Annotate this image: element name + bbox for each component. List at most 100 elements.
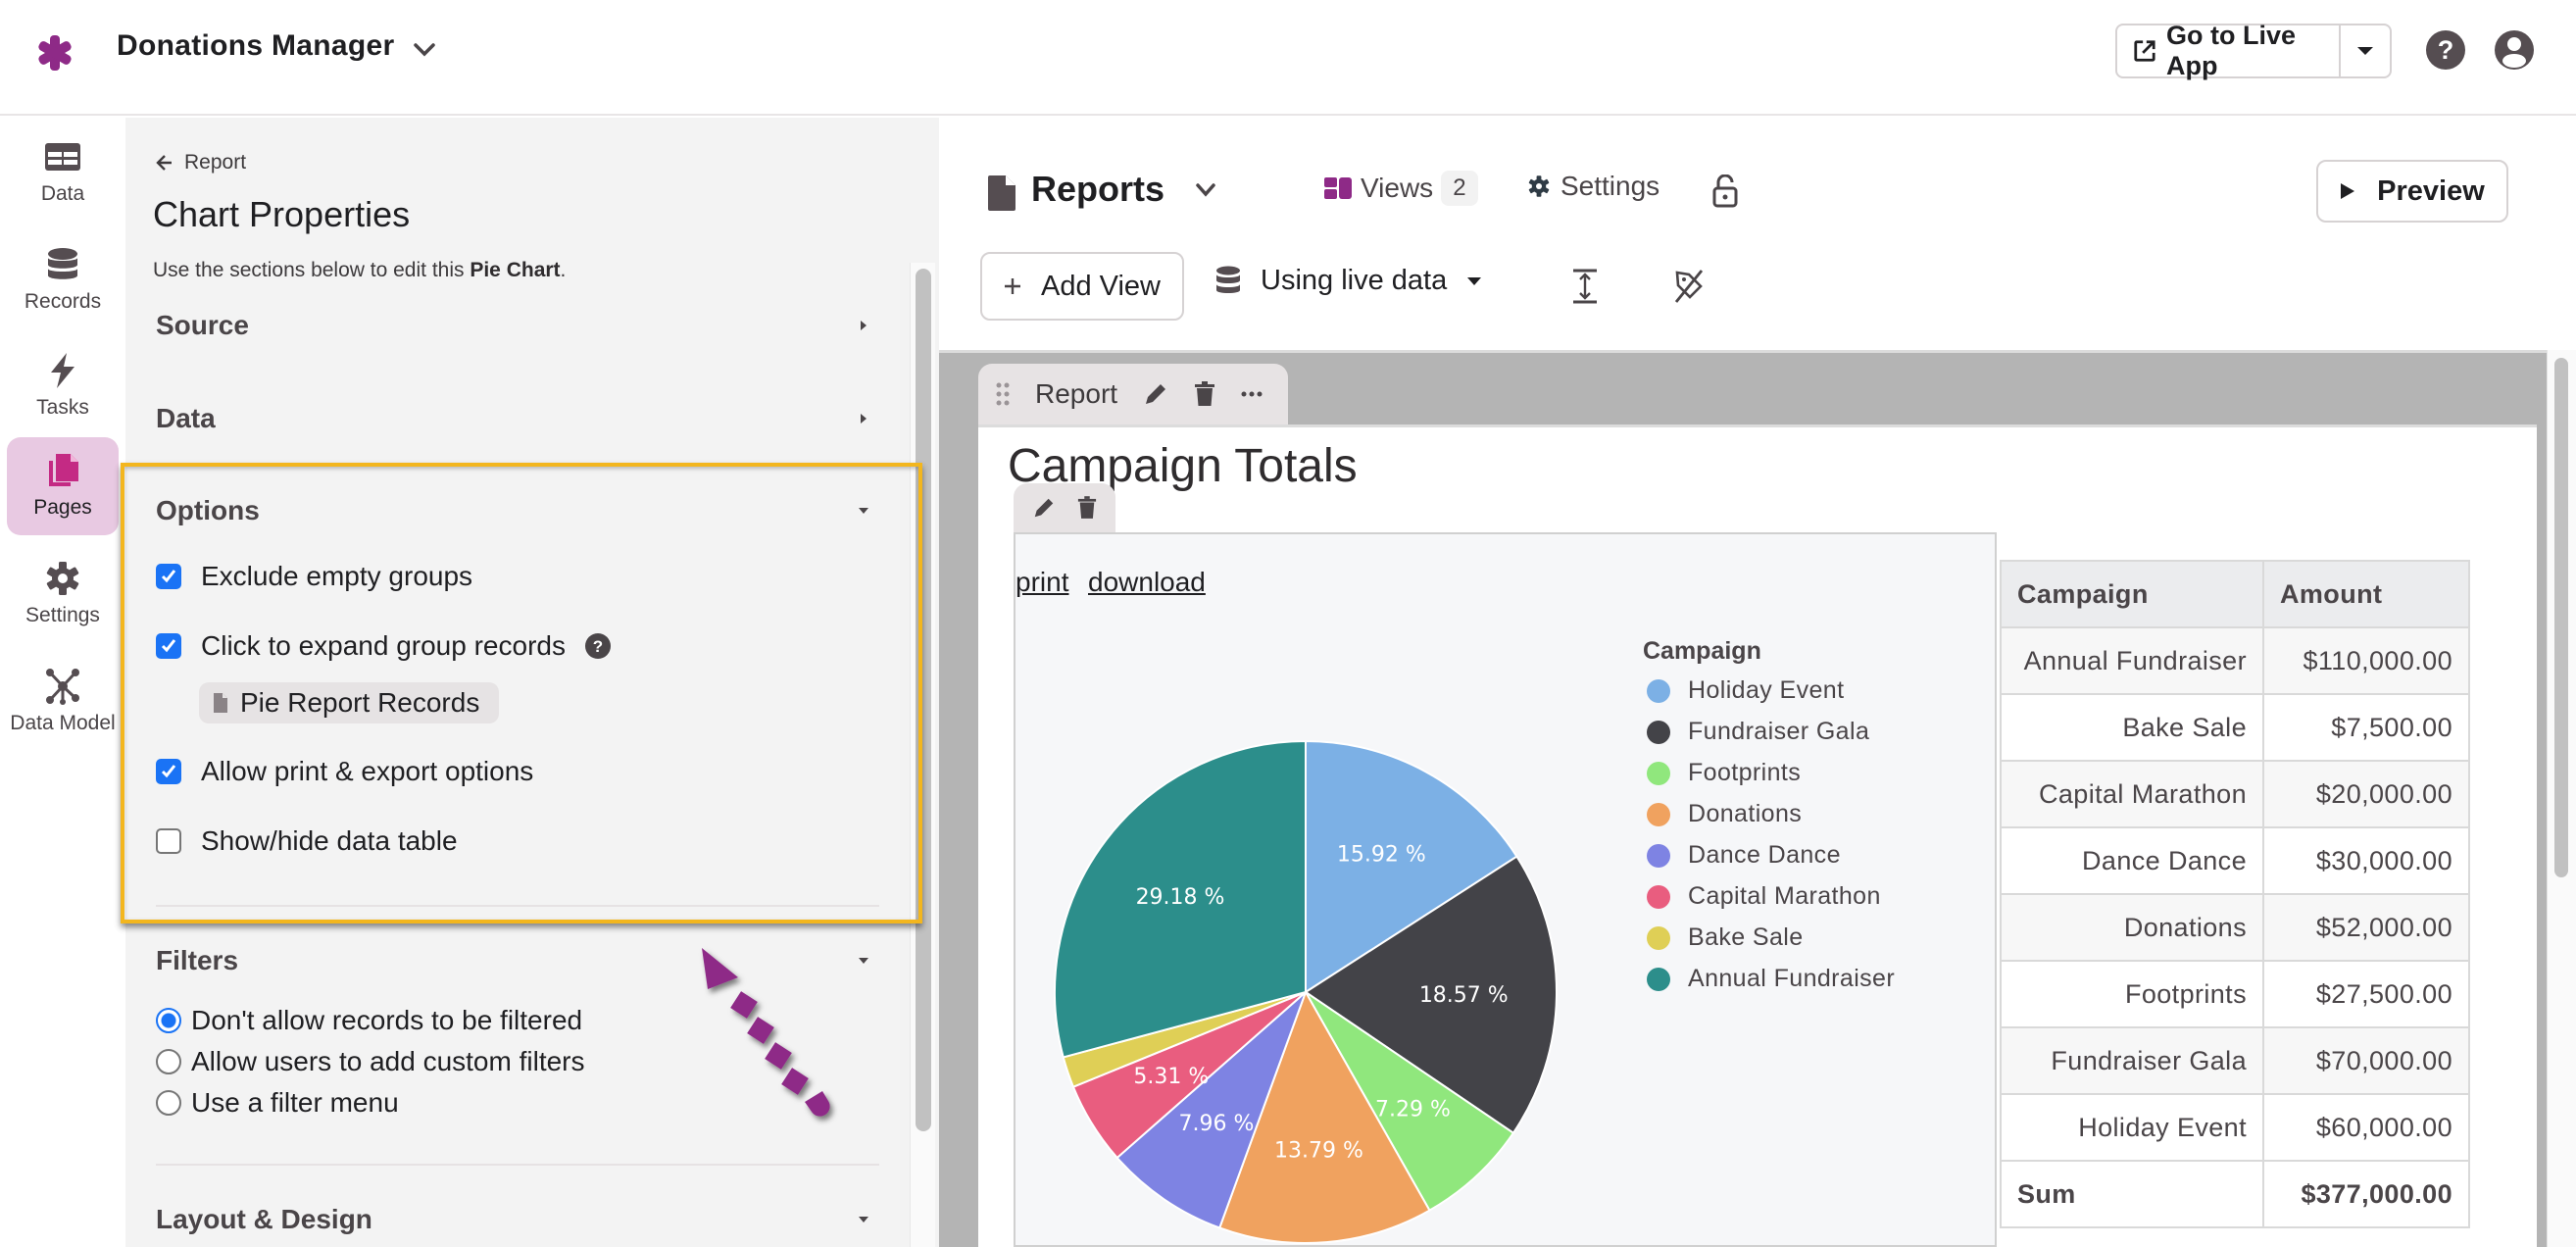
caret-down-icon: [2357, 47, 2373, 55]
expand-height-icon[interactable]: [1570, 267, 1600, 306]
back-to-report-link[interactable]: Report: [155, 151, 246, 175]
desc-text: Use the sections below to edit this: [153, 259, 471, 281]
legend-label: Fundraiser Gala: [1688, 718, 1870, 745]
go-to-live-app-main[interactable]: Go to Live App: [2117, 21, 2341, 80]
cell-campaign: Holiday Event: [2000, 1093, 2264, 1162]
trash-icon[interactable]: [1194, 381, 1215, 407]
nav-item-settings[interactable]: Settings: [7, 545, 119, 643]
legend-label: Donations: [1688, 800, 1803, 827]
live-app-dropdown-toggle[interactable]: [2341, 25, 2390, 76]
go-to-live-app-button[interactable]: Go to Live App: [2115, 21, 2392, 80]
pie-data-label: 13.79 %: [1274, 1139, 1363, 1164]
table-header-amount[interactable]: Amount: [2262, 560, 2470, 628]
app-title[interactable]: Donations Manager: [117, 29, 394, 63]
legend-label: Capital Marathon: [1688, 882, 1881, 910]
filter-option-menu[interactable]: Use a filter menu: [156, 1087, 399, 1119]
section-source-header[interactable]: Source: [156, 306, 871, 345]
cell-amount: $60,000.00: [2262, 1093, 2470, 1162]
legend-item[interactable]: Annual Fundraiser: [1647, 965, 1895, 993]
nav-item-records[interactable]: Records: [7, 231, 119, 329]
chevron-down-icon[interactable]: [1192, 176, 1219, 204]
sum-value: $377,000.00: [2262, 1160, 2470, 1228]
legend-item[interactable]: Donations: [1647, 800, 1802, 828]
cell-amount: $110,000.00: [2262, 626, 2470, 695]
cell-campaign: Footprints: [2000, 960, 2264, 1028]
pie-data-label: 5.31 %: [1133, 1065, 1209, 1089]
pencil-icon[interactable]: [1143, 381, 1168, 407]
page-settings-link[interactable]: Settings: [1527, 171, 1660, 202]
legend-item[interactable]: Bake Sale: [1647, 923, 1804, 952]
section-layout-header[interactable]: Layout & Design: [156, 1200, 871, 1239]
bolt-icon: [51, 353, 74, 388]
pencil-icon[interactable]: [1032, 496, 1056, 520]
drag-handle-icon[interactable]: [996, 382, 1010, 406]
unlock-icon[interactable]: [1711, 175, 1739, 208]
asterisk-logo-icon[interactable]: [33, 24, 76, 82]
legend-swatch: [1647, 925, 1670, 950]
cell-amount: $70,000.00: [2262, 1026, 2470, 1095]
section-divider: [156, 1164, 879, 1166]
pie-data-label: 29.18 %: [1136, 885, 1225, 910]
table-row: Dance Dance $30,000.00: [2000, 826, 2470, 895]
preview-label: Preview: [2377, 175, 2485, 207]
table-header-campaign[interactable]: Campaign: [2000, 560, 2264, 628]
legend-item[interactable]: Footprints: [1647, 759, 1801, 787]
help-icon[interactable]: ?: [2425, 29, 2466, 71]
desc-chart-type: Pie Chart: [470, 259, 561, 281]
filter-option-custom[interactable]: Allow users to add custom filters: [156, 1046, 585, 1077]
play-icon: [2341, 183, 2355, 199]
section-data-header[interactable]: Data: [156, 399, 871, 438]
caret-right-icon: [861, 321, 867, 330]
legend-item[interactable]: Dance Dance: [1647, 841, 1841, 870]
trash-icon[interactable]: [1077, 496, 1097, 520]
arrow-left-icon: [156, 155, 172, 171]
views-count-badge: 2: [1441, 171, 1478, 206]
pie-data-label: 18.57 %: [1419, 983, 1509, 1008]
legend-item[interactable]: Fundraiser Gala: [1647, 718, 1869, 746]
nav-label: Data: [40, 182, 85, 205]
views-link[interactable]: Views 2: [1323, 171, 1478, 206]
nav-item-pages[interactable]: Pages: [7, 437, 119, 535]
preview-button[interactable]: Preview: [2316, 160, 2508, 223]
cell-amount: $20,000.00: [2262, 760, 2470, 828]
legend-item[interactable]: Holiday Event: [1647, 676, 1844, 705]
panel-description: Use the sections below to edit this Pie …: [153, 259, 566, 282]
radio-dont-allow[interactable]: [156, 1008, 181, 1033]
options-highlight-box: [121, 463, 922, 923]
panel-title: Chart Properties: [153, 194, 411, 234]
cell-amount: $27,500.00: [2262, 960, 2470, 1028]
live-data-label: Using live data: [1261, 265, 1448, 296]
pie-data-label: 7.29 %: [1375, 1097, 1451, 1122]
radio-custom-filters[interactable]: [156, 1049, 181, 1074]
sum-label: Sum: [2000, 1160, 2264, 1228]
page-name[interactable]: Reports: [1031, 169, 1164, 210]
table-row: Bake Sale $7,500.00: [2000, 693, 2470, 762]
table-row: Footprints $27,500.00: [2000, 960, 2470, 1028]
report-tab-label: Report: [1035, 378, 1118, 409]
caret-down-icon: [859, 1217, 868, 1222]
canvas-scrollbar-thumb[interactable]: [2554, 358, 2568, 877]
radio-label: Use a filter menu: [191, 1087, 399, 1118]
legend-item[interactable]: Capital Marathon: [1647, 882, 1881, 911]
legend-swatch: [1647, 967, 1670, 991]
section-title: Source: [156, 310, 249, 340]
table-icon: [45, 143, 80, 171]
live-data-dropdown[interactable]: Using live data: [1215, 265, 1482, 297]
user-icon[interactable]: [2494, 29, 2535, 71]
report-view-tab[interactable]: Report: [978, 364, 1288, 424]
radio-filter-menu[interactable]: [156, 1090, 181, 1116]
add-view-button[interactable]: Add View: [980, 252, 1184, 321]
chevron-down-icon[interactable]: [410, 35, 439, 65]
go-to-live-app-label: Go to Live App: [2165, 21, 2296, 80]
nav-item-tasks[interactable]: Tasks: [7, 337, 119, 435]
tag-off-icon[interactable]: [1672, 267, 1706, 306]
nav-item-data[interactable]: Data: [7, 124, 119, 222]
annotation-arrow-icon: [702, 948, 830, 1117]
nav-item-data-model[interactable]: Data Model: [7, 653, 119, 751]
filter-option-none[interactable]: Don't allow records to be filtered: [156, 1005, 582, 1036]
section-title: Layout & Design: [156, 1204, 372, 1234]
more-icon[interactable]: [1241, 391, 1263, 397]
views-icon: [1324, 177, 1352, 199]
table-row: Capital Marathon $20,000.00: [2000, 760, 2470, 828]
legend-label: Holiday Event: [1688, 676, 1845, 704]
